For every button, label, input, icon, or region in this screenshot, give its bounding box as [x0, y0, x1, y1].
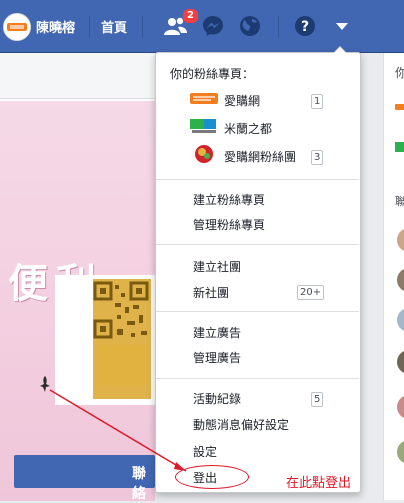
right-sidebar-heading: 你 [395, 66, 404, 80]
contact-button-label: 聯絡 [132, 466, 146, 502]
svg-text:?: ? [301, 19, 309, 35]
manage-ads-item[interactable]: 管理廣告 [193, 349, 241, 366]
page-logo-icon[interactable] [395, 100, 404, 114]
new-groups-item[interactable]: 新社團 [193, 284, 229, 301]
qr-code-image [55, 275, 155, 405]
profile-name-link[interactable]: 陳曉榕 [36, 17, 75, 36]
menu-divider [156, 378, 359, 379]
create-ads-item[interactable]: 建立廣告 [193, 324, 241, 341]
page-logo-icon [195, 145, 213, 163]
settings-item[interactable]: 設定 [193, 443, 217, 460]
avatar-logo-icon [4, 14, 30, 40]
bird-silhouette-icon [40, 376, 50, 392]
contact-button[interactable]: 聯絡 [14, 455, 155, 502]
dropdown-arrow-icon[interactable] [330, 14, 354, 38]
news-feed-preferences-item[interactable]: 動態消息偏好設定 [193, 416, 289, 433]
globe-icon[interactable] [238, 14, 262, 38]
annotation-text: 在此點登出 [286, 476, 352, 491]
help-icon[interactable]: ? [293, 14, 317, 38]
friend-request-badge: 2 [182, 8, 199, 24]
menu-divider [156, 311, 359, 312]
activity-log-count: 5 [311, 392, 324, 407]
manage-pages-item[interactable]: 管理粉絲專頁 [193, 216, 265, 233]
menu-divider [156, 244, 359, 245]
page-logo-icon [190, 93, 218, 104]
new-groups-count: 20+ [297, 285, 325, 300]
page-logo-icon[interactable] [395, 140, 404, 154]
page-item-label: 愛購網 [224, 94, 261, 108]
activity-log-item[interactable]: 活動紀錄 [193, 390, 241, 407]
menu-divider [156, 179, 359, 180]
logout-highlight-circle [175, 465, 249, 489]
content-header-strip [0, 53, 155, 99]
page-notification-count: 1 [311, 94, 324, 109]
page-item-label: 愛購網粉絲團 [224, 150, 297, 164]
page-logo-icon [190, 119, 216, 133]
profile-avatar[interactable] [3, 13, 31, 41]
home-link[interactable]: 首頁 [101, 17, 127, 36]
your-pages-heading: 你的粉絲專頁： [170, 67, 255, 81]
create-group-item[interactable]: 建立社團 [193, 258, 241, 275]
page-item-label: 米蘭之都 [224, 122, 273, 136]
right-sidebar-section-heading: 聯 [395, 195, 404, 208]
divider [142, 16, 143, 38]
messenger-icon[interactable] [201, 14, 225, 38]
menu-caret-inner [334, 47, 346, 53]
page-notification-count: 3 [311, 150, 324, 165]
divider [89, 16, 90, 38]
create-page-item[interactable]: 建立粉絲專頁 [193, 191, 265, 208]
divider [278, 16, 279, 38]
